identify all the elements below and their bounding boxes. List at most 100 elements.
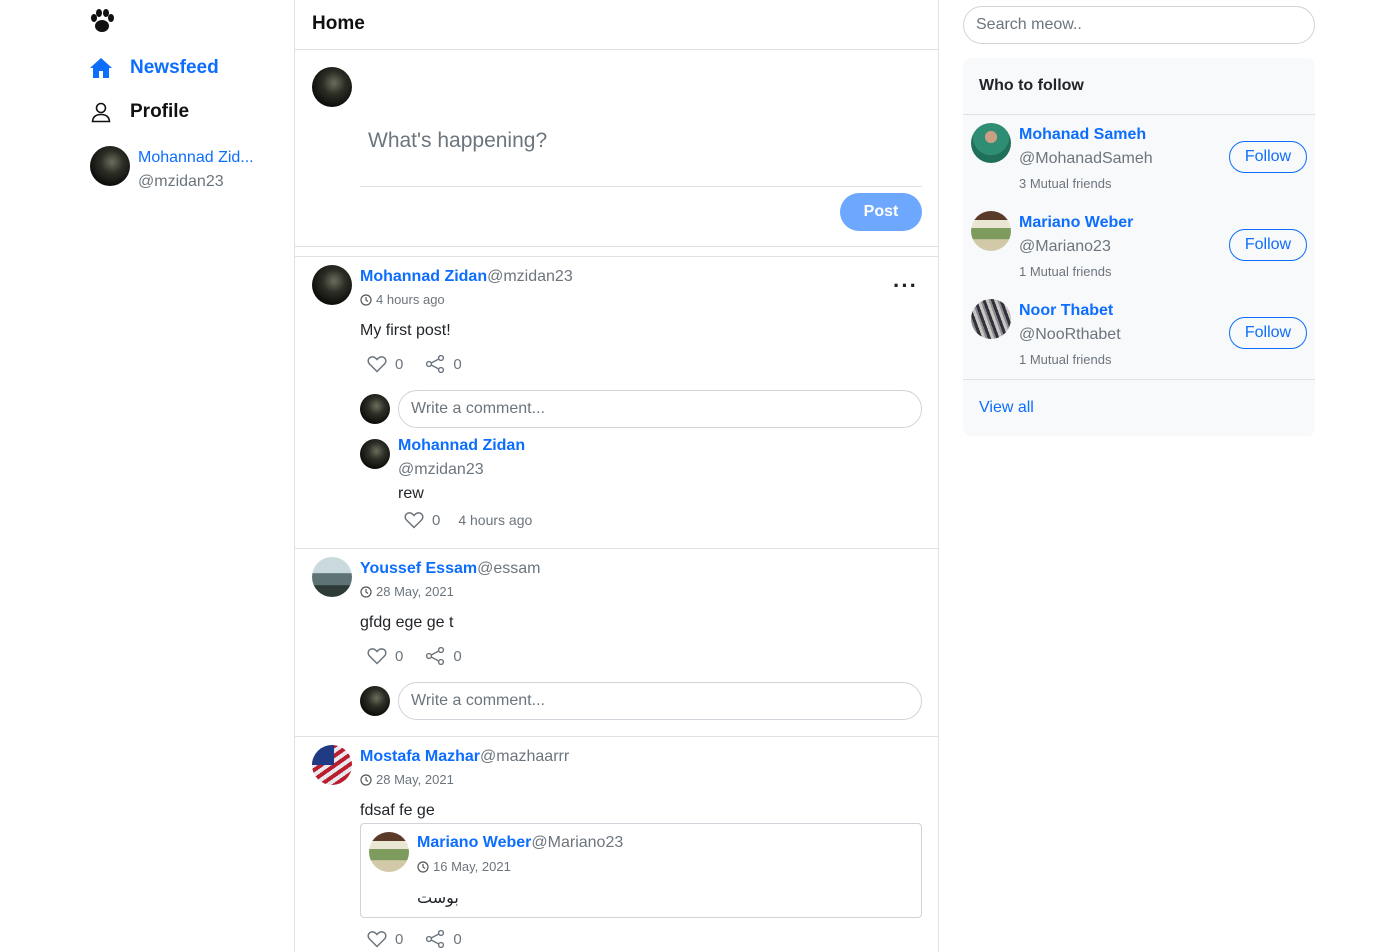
post-author[interactable]: Mostafa Mazhar: [360, 748, 480, 765]
post-composer: What's happening? Post: [295, 50, 938, 247]
like-count: 0: [395, 930, 404, 948]
like-button[interactable]: 0: [367, 647, 403, 665]
share-button[interactable]: 0: [425, 930, 462, 948]
suggestion-handle: @NooRthabet: [1019, 326, 1121, 343]
heart-icon: [367, 356, 387, 373]
heart-icon: [404, 512, 424, 529]
paw-icon[interactable]: [88, 8, 116, 34]
post-author[interactable]: Mohannad Zidan: [360, 268, 487, 285]
who-to-follow-panel: Who to follow Mohanad Sameh @MohanadSame…: [963, 58, 1315, 436]
share-icon: [426, 647, 445, 665]
nav-newsfeed-label: Newsfeed: [130, 57, 219, 78]
post-author[interactable]: Youssef Essam: [360, 560, 477, 577]
quoted-text: بوست: [417, 890, 459, 907]
search-input[interactable]: Search meow..: [963, 6, 1315, 44]
avatar[interactable]: [360, 439, 390, 469]
like-count: 0: [395, 355, 404, 373]
share-count: 0: [453, 930, 462, 948]
avatar: [360, 686, 390, 716]
quoted-time-text: 16 May, 2021: [433, 859, 511, 874]
post-card: Mohannad Zidan@mzidan23 4 hours ago ··· …: [295, 257, 938, 549]
avatar: [312, 67, 352, 107]
share-count: 0: [453, 647, 462, 665]
view-all-link[interactable]: View all: [963, 379, 1315, 436]
comment-text: rew: [398, 485, 424, 502]
post-handle: @essam: [477, 560, 541, 577]
current-user-handle: @mzidan23: [138, 173, 224, 190]
follow-button[interactable]: Follow: [1229, 141, 1307, 173]
avatar[interactable]: [971, 123, 1011, 163]
quoted-post[interactable]: Mariano Weber@Mariano23 16 May, 2021 بوس…: [360, 823, 922, 918]
post-time-text: 28 May, 2021: [376, 584, 454, 599]
post-time: 4 hours ago: [360, 292, 445, 307]
avatar: [369, 832, 409, 872]
page-title: Home: [295, 0, 938, 50]
user-icon: [88, 99, 114, 125]
quoted-handle: @Mariano23: [531, 834, 624, 851]
post-time: 28 May, 2021: [360, 584, 454, 599]
clock-icon: [360, 773, 372, 786]
clock-icon: [360, 293, 372, 306]
post-text: fdsaf fe ge: [360, 802, 435, 819]
like-button[interactable]: 0: [367, 355, 403, 373]
current-user-name: Mohannad Zid...: [138, 149, 254, 166]
comment-author[interactable]: Mohannad Zidan: [398, 437, 525, 455]
post-time: 28 May, 2021: [360, 772, 454, 787]
avatar: [90, 146, 130, 186]
suggestion-name[interactable]: Noor Thabet: [1019, 302, 1113, 320]
post-card: Youssef Essam@essam 28 May, 2021 gfdg eg…: [295, 549, 938, 737]
nav-profile[interactable]: Profile: [88, 99, 189, 125]
like-count: 0: [395, 647, 404, 665]
follow-button[interactable]: Follow: [1229, 317, 1307, 349]
share-button[interactable]: 0: [425, 355, 462, 373]
comment-like-count: 0: [432, 511, 441, 529]
divider: [295, 247, 938, 257]
avatar[interactable]: [971, 299, 1011, 339]
nav-newsfeed[interactable]: Newsfeed: [88, 55, 219, 81]
suggestion-name[interactable]: Mohanad Sameh: [1019, 126, 1146, 144]
suggestion-mutual: 1 Mutual friends: [1019, 264, 1112, 279]
avatar[interactable]: [312, 557, 352, 597]
post-text: gfdg ege ge t: [360, 614, 454, 631]
quoted-author[interactable]: Mariano Weber: [417, 834, 531, 851]
nav-profile-label: Profile: [130, 101, 190, 122]
who-to-follow-title: Who to follow: [963, 58, 1315, 115]
comment-box: Write a comment...: [360, 682, 922, 720]
post-time-text: 28 May, 2021: [376, 772, 454, 787]
current-user-card[interactable]: Mohannad Zid... @mzidan23: [90, 146, 258, 194]
avatar[interactable]: [312, 265, 352, 305]
suggestion-handle: @Mariano23: [1019, 238, 1111, 255]
comment-input[interactable]: Write a comment...: [398, 682, 922, 720]
share-icon: [426, 930, 445, 948]
suggestion-name[interactable]: Mariano Weber: [1019, 214, 1133, 232]
suggestion-item: Mohanad Sameh @MohanadSameh 3 Mutual fri…: [963, 115, 1315, 195]
suggestion-handle: @MohanadSameh: [1019, 150, 1153, 167]
suggestion-mutual: 1 Mutual friends: [1019, 352, 1112, 367]
comment-handle: @mzidan23: [398, 461, 484, 478]
composer-input[interactable]: What's happening?: [368, 129, 547, 153]
comment-box: Write a comment...: [360, 390, 922, 428]
comment-time: 4 hours ago: [458, 512, 533, 528]
post-handle: @mazhaarrr: [480, 748, 570, 765]
share-count: 0: [453, 355, 462, 373]
home-icon: [88, 55, 114, 81]
avatar[interactable]: [312, 745, 352, 785]
avatar: [360, 394, 390, 424]
more-icon[interactable]: ···: [893, 275, 918, 297]
follow-button[interactable]: Follow: [1229, 229, 1307, 261]
avatar[interactable]: [971, 211, 1011, 251]
post-button[interactable]: Post: [840, 193, 922, 231]
post-time-text: 4 hours ago: [376, 292, 445, 307]
suggestion-mutual: 3 Mutual friends: [1019, 176, 1112, 191]
like-button[interactable]: 0: [367, 930, 403, 948]
heart-icon: [367, 648, 387, 665]
comment-input[interactable]: Write a comment...: [398, 390, 922, 428]
suggestion-item: Mariano Weber @Mariano23 1 Mutual friend…: [963, 203, 1315, 283]
divider: [360, 186, 922, 187]
comment-like-button[interactable]: 0: [404, 511, 440, 529]
share-icon: [426, 355, 445, 373]
feed-column: Home What's happening? Post Mohannad Zid…: [294, 0, 939, 952]
clock-icon: [417, 860, 429, 873]
post-handle: @mzidan23: [487, 268, 573, 285]
share-button[interactable]: 0: [425, 647, 462, 665]
